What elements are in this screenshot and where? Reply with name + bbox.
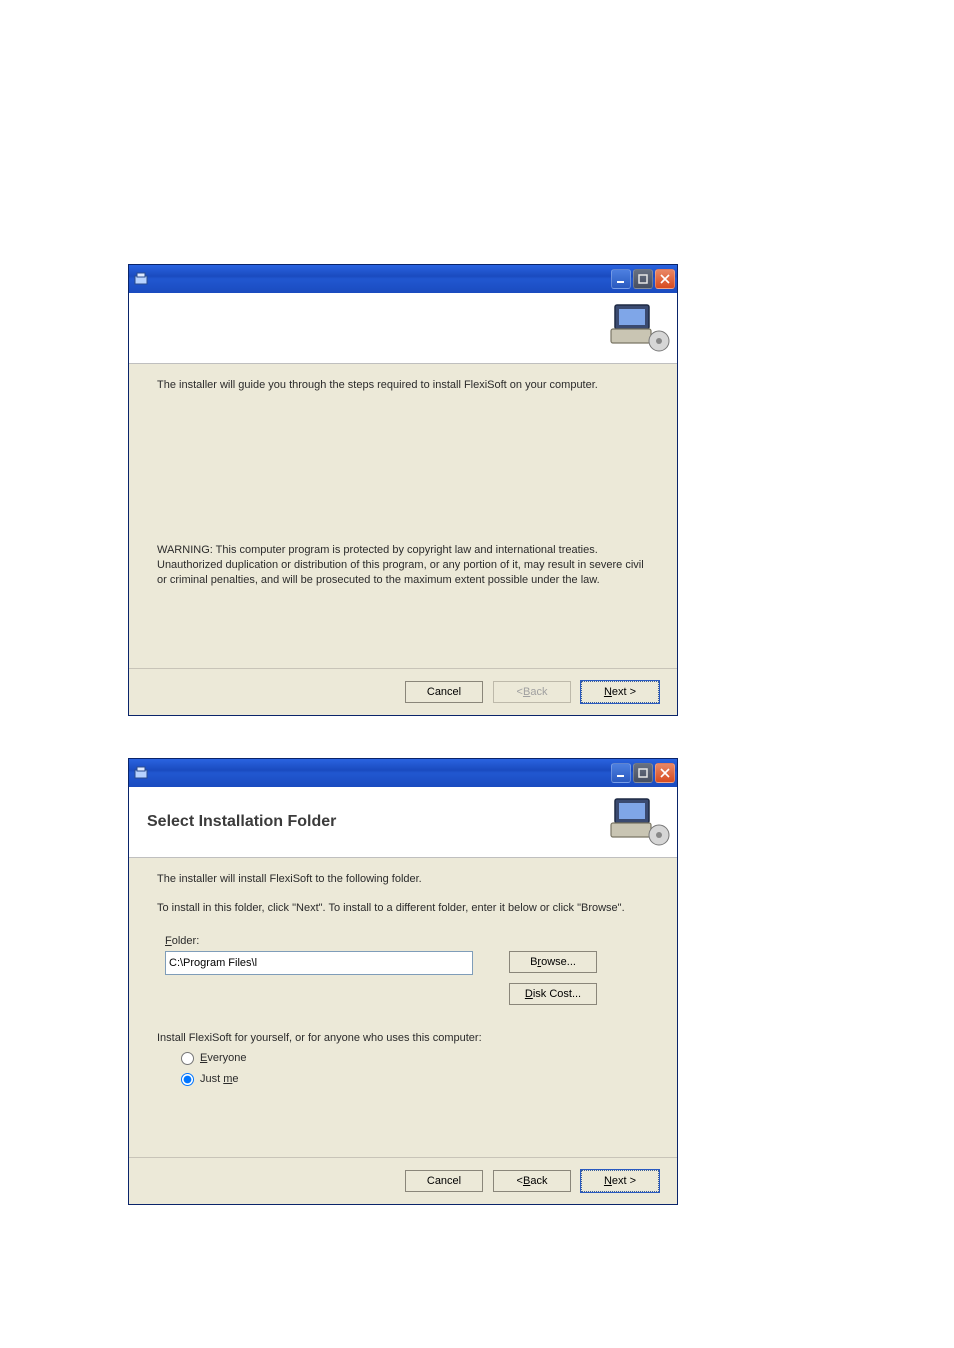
radio-just-me-label: Just me [200, 1072, 239, 1087]
folder-side-buttons: Browse... Disk Cost... [509, 951, 597, 1005]
installer-folder-window: Select Installation Folder The installer… [128, 758, 678, 1205]
window-controls [611, 763, 675, 783]
header-bar: Select Installation Folder [129, 787, 677, 858]
setup-graphic-icon [607, 793, 671, 849]
folder-label: Folder: [165, 934, 649, 949]
install-scope-group: Install FlexiSoft for yourself, or for a… [157, 1031, 649, 1088]
setup-graphic-icon [607, 299, 671, 355]
minimize-button[interactable] [611, 763, 631, 783]
body-area: The installer will install FlexiSoft to … [129, 858, 677, 1097]
body-area: The installer will guide you through the… [129, 364, 677, 611]
disk-cost-button[interactable]: Disk Cost... [509, 983, 597, 1005]
folder-input[interactable] [165, 951, 473, 975]
body-text-2: To install in this folder, click "Next".… [157, 901, 649, 916]
footer: Cancel < Back Next > [129, 1157, 677, 1204]
install-scope-label: Install FlexiSoft for yourself, or for a… [157, 1031, 649, 1046]
back-mnemonic: B [523, 1175, 530, 1187]
radio-just-me-input[interactable] [181, 1073, 194, 1086]
body-text-1: The installer will install FlexiSoft to … [157, 872, 649, 887]
maximize-button [633, 269, 653, 289]
maximize-button [633, 763, 653, 783]
page-title: Select Installation Folder [147, 813, 336, 831]
footer: Cancel < Back Next > [129, 668, 677, 715]
installer-icon [133, 765, 149, 781]
next-mnemonic: N [604, 686, 612, 698]
cancel-button[interactable]: Cancel [405, 681, 483, 703]
radio-just-me[interactable]: Just me [181, 1072, 649, 1087]
close-button[interactable] [655, 269, 675, 289]
radio-everyone-label: Everyone [200, 1051, 246, 1066]
back-button[interactable]: < Back [493, 1170, 571, 1192]
browse-button[interactable]: Browse... [509, 951, 597, 973]
next-button[interactable]: Next > [581, 681, 659, 703]
window-controls [611, 269, 675, 289]
radio-everyone[interactable]: Everyone [181, 1051, 649, 1066]
warning-text: WARNING: This computer program is protec… [157, 543, 649, 588]
close-button[interactable] [655, 763, 675, 783]
back-button: < Back [493, 681, 571, 703]
titlebar[interactable] [129, 759, 677, 787]
header-bar [129, 293, 677, 364]
titlebar[interactable] [129, 265, 677, 293]
installer-welcome-window: The installer will guide you through the… [128, 264, 678, 716]
installer-icon [133, 271, 149, 287]
minimize-button[interactable] [611, 269, 631, 289]
intro-text: The installer will guide you through the… [157, 378, 649, 393]
cancel-button[interactable]: Cancel [405, 1170, 483, 1192]
back-mnemonic: B [523, 686, 530, 698]
radio-everyone-input[interactable] [181, 1052, 194, 1065]
folder-row: Browse... Disk Cost... [165, 951, 649, 1005]
next-mnemonic: N [604, 1175, 612, 1187]
next-button[interactable]: Next > [581, 1170, 659, 1192]
